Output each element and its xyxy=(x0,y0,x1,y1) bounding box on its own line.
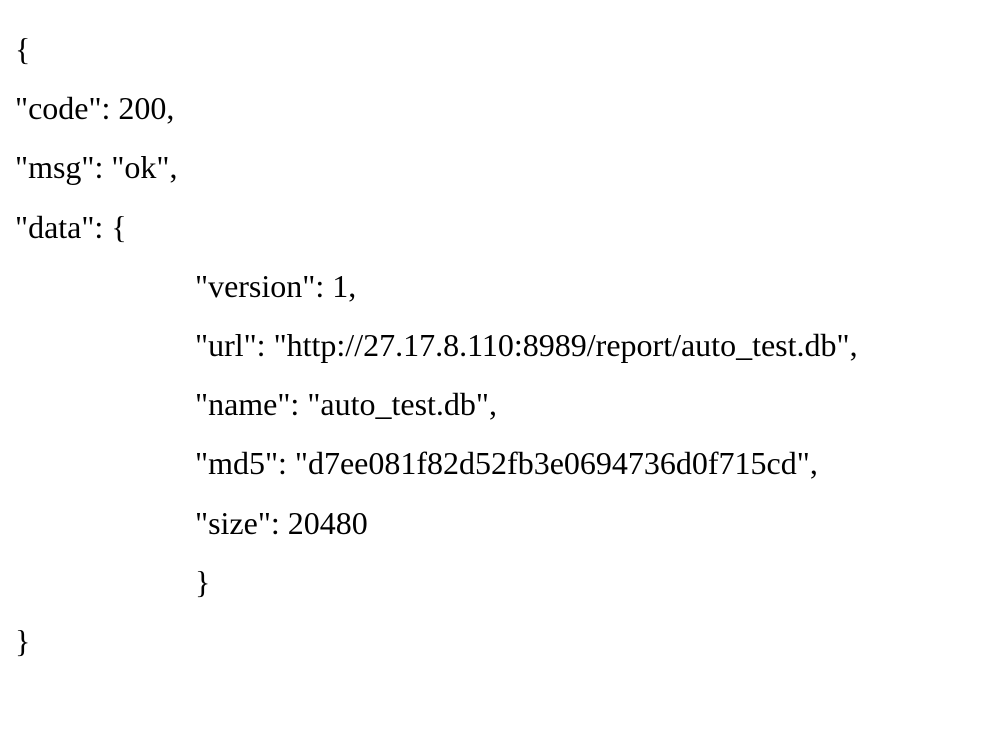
code-line-data-open: "data": { xyxy=(15,198,985,257)
code-line-msg: "msg": "ok", xyxy=(15,138,985,197)
code-line-open-brace: { xyxy=(15,20,985,79)
code-line-size: "size": 20480 xyxy=(15,494,985,553)
code-line-data-close: } xyxy=(15,553,985,612)
code-line-close-brace: } xyxy=(15,612,985,671)
code-line-url: "url": "http://27.17.8.110:8989/report/a… xyxy=(15,316,985,375)
code-line-name: "name": "auto_test.db", xyxy=(15,375,985,434)
code-line-code: "code": 200, xyxy=(15,79,985,138)
code-line-version: "version": 1, xyxy=(15,257,985,316)
code-line-md5: "md5": "d7ee081f82d52fb3e0694736d0f715cd… xyxy=(15,434,985,493)
